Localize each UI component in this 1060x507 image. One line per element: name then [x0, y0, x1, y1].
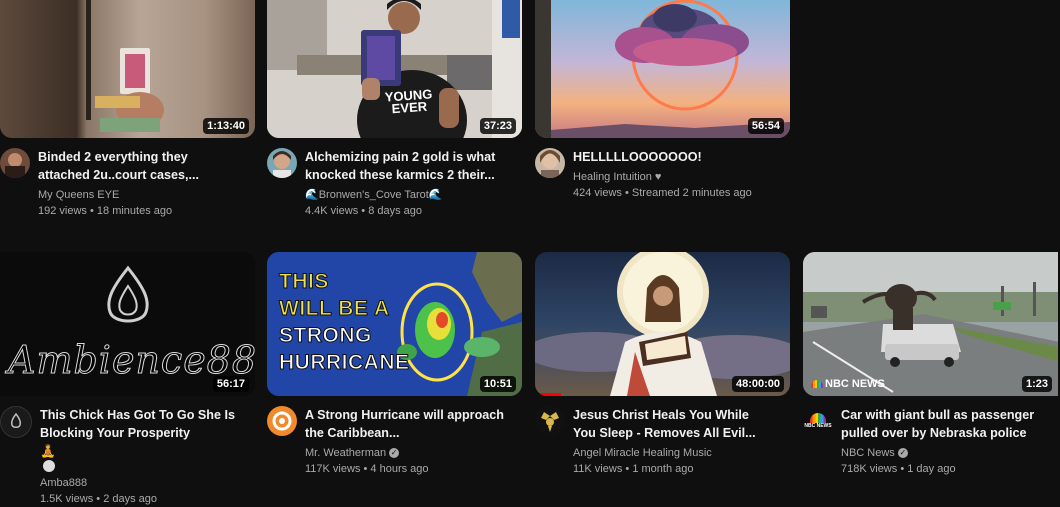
video-card[interactable]: 56:54 HELLLLLOOOOOOO! Healing Intuition ♥… — [535, 0, 790, 201]
channel-avatar[interactable]: NBC NEWS — [803, 406, 833, 436]
channel-name[interactable]: 🌊Bronwen's_Cove Tarot🌊 — [305, 187, 522, 203]
video-stats: 424 views • Streamed 2 minutes ago — [573, 187, 752, 199]
video-card[interactable]: THIS WILL BE A STRONG HURRICANE 10:51 A … — [267, 252, 522, 477]
channel-avatar[interactable] — [535, 148, 565, 178]
duration-badge: 56:17 — [212, 376, 249, 392]
heart-icon: ♥ — [654, 171, 662, 183]
video-card[interactable]: 48:00:00 Jesus Christ Heals You While Yo… — [535, 252, 790, 477]
video-card[interactable]: Ambience888 56:17 This Chick Has Got To … — [0, 252, 255, 507]
thumbnail-logo: NBC NEWS — [811, 378, 885, 390]
duration-badge: 48:00:00 — [731, 376, 784, 392]
channel-avatar[interactable] — [535, 406, 565, 436]
duration-badge: 10:51 — [479, 376, 516, 392]
watch-progress-bar — [535, 393, 561, 396]
verified-icon: ✓ — [897, 448, 908, 459]
channel-avatar[interactable] — [267, 406, 297, 436]
video-card[interactable]: YOUNG EVER 37:23 Alchemizing pain 2 gold… — [267, 0, 522, 219]
verified-icon: ✓ — [389, 448, 400, 459]
video-stats: 1.5K views • 2 days ago — [40, 493, 158, 505]
video-thumbnail[interactable]: 56:54 — [535, 0, 790, 138]
video-thumbnail[interactable]: THIS WILL BE A STRONG HURRICANE 10:51 — [267, 252, 522, 396]
video-stats: 718K views • 1 day ago — [841, 463, 956, 475]
peacock-icon — [811, 380, 823, 388]
channel-name[interactable]: Healing Intuition ♥ — [573, 169, 790, 185]
video-title[interactable]: Jesus Christ Heals You While You Sleep -… — [573, 406, 790, 442]
video-thumbnail[interactable]: Ambience888 56:17 — [0, 252, 255, 396]
duration-badge: 37:23 — [479, 118, 516, 134]
channel-name[interactable]: Amba888 — [40, 475, 255, 491]
video-card[interactable]: NBC NEWS 1:23 NBC NEWS Car with giant bu… — [803, 252, 1058, 477]
channel-avatar[interactable] — [267, 148, 297, 178]
channel-name[interactable]: My Queens EYE — [38, 187, 255, 203]
video-title[interactable]: Car with giant bull as passenger pulled … — [841, 406, 1058, 442]
duration-badge: 1:13:40 — [203, 118, 249, 134]
video-stats: 11K views • 1 month ago — [573, 463, 694, 475]
channel-avatar[interactable] — [0, 148, 30, 178]
video-title[interactable]: HELLLLLOOOOOOO! — [573, 148, 790, 166]
channel-name[interactable]: Angel Miracle Healing Music — [573, 445, 790, 461]
video-title[interactable]: Alchemizing pain 2 gold is what knocked … — [305, 148, 522, 184]
video-thumbnail[interactable]: 48:00:00 — [535, 252, 790, 396]
video-thumbnail[interactable]: YOUNG EVER 37:23 — [267, 0, 522, 138]
thumbnail-image — [535, 252, 790, 396]
thumbnail-headline: THIS WILL BE A STRONG HURRICANE — [279, 270, 410, 375]
video-card[interactable]: 1:13:40 Binded 2 everything they attache… — [0, 0, 255, 219]
thumbnail-image — [803, 252, 1058, 396]
shirt-text: YOUNG EVER — [384, 86, 433, 117]
video-stats: 192 views • 18 minutes ago — [38, 205, 173, 217]
video-stats: 117K views • 4 hours ago — [305, 463, 429, 475]
video-title[interactable]: Binded 2 everything they attached 2u..co… — [38, 148, 255, 184]
channel-name[interactable]: Mr. Weatherman ✓ — [305, 445, 522, 461]
video-thumbnail[interactable]: 1:13:40 — [0, 0, 255, 138]
woman-emoji-icon: 🧘 — [40, 444, 56, 458]
video-title[interactable]: This Chick Has Got To Go She Is Blocking… — [40, 406, 255, 472]
channel-avatar[interactable] — [0, 406, 32, 438]
video-thumbnail[interactable]: NBC NEWS 1:23 — [803, 252, 1058, 396]
circle-icon — [43, 460, 55, 472]
video-stats: 4.4K views • 8 days ago — [305, 205, 423, 217]
peacock-icon — [810, 413, 826, 423]
duration-badge: 1:23 — [1021, 376, 1052, 392]
duration-badge: 56:54 — [747, 118, 784, 134]
video-title[interactable]: A Strong Hurricane will approach the Car… — [305, 406, 522, 442]
channel-name[interactable]: NBC News ✓ — [841, 445, 1058, 461]
